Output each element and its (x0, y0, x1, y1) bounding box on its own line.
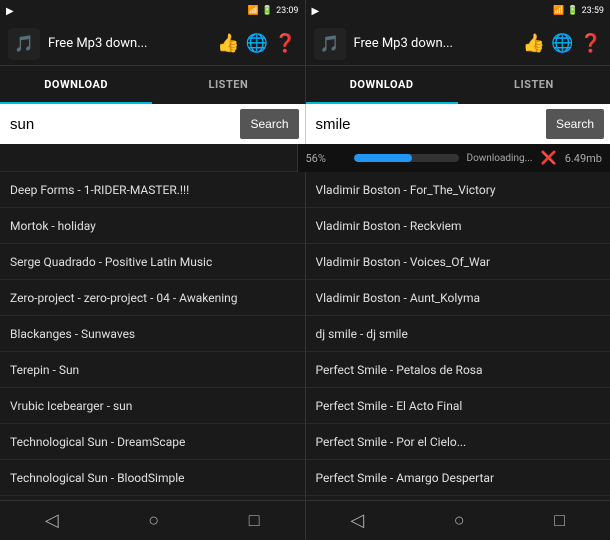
right-song-item-6[interactable]: Perfect Smile - El Acto Final (306, 388, 610, 424)
left-status-bar: ▶ 📶🔋 23:09 (0, 0, 305, 22)
right-song-item-1[interactable]: Vladimir Boston - Reckviem (306, 208, 610, 244)
right-song-item-8[interactable]: Perfect Smile - Amargo Despertar (306, 460, 610, 496)
right-song-title-2: Vladimir Boston - Voices_Of_War (316, 255, 491, 269)
left-song-title-4: Blackanges - Sunwaves (10, 327, 135, 341)
left-tab-listen[interactable]: LISTEN (152, 66, 304, 104)
left-app-header: 🎵 Free Mp3 down... 👍 🌐 ❓ (0, 22, 305, 66)
right-search-input[interactable] (312, 109, 542, 139)
left-thumbs-up-icon[interactable]: 👍 (217, 33, 239, 54)
left-home-button[interactable]: ○ (136, 506, 171, 535)
left-song-item-0[interactable]: Deep Forms - 1-RIDER-MASTER.!!! (0, 172, 305, 208)
right-thumbs-up-icon[interactable]: 👍 (523, 33, 545, 54)
right-song-title-4: dj smile - dj smile (316, 327, 408, 341)
left-app-icon: 🎵 (8, 28, 40, 60)
right-song-title-7: Perfect Smile - Por el Cielo... (316, 435, 467, 449)
left-header-icons: 👍 🌐 ❓ (217, 33, 296, 54)
right-app-title: Free Mp3 down... (354, 36, 515, 51)
right-song-title-1: Vladimir Boston - Reckviem (316, 219, 462, 233)
left-song-title-7: Technological Sun - DreamScape (10, 435, 185, 449)
left-globe-icon[interactable]: 🌐 (246, 33, 268, 54)
left-song-title-6: Vrubic Icebearger - sun (10, 399, 132, 413)
left-status-left-icon: ▶ (6, 6, 14, 17)
download-label: Downloading... (467, 153, 533, 164)
left-song-item-7[interactable]: Technological Sun - DreamScape (0, 424, 305, 460)
left-status-icons: 📶🔋 23:09 (248, 6, 299, 16)
right-search-panel: Search (305, 104, 610, 144)
download-progress-fill (354, 154, 413, 162)
left-song-item-3[interactable]: Zero-project - zero-project - 04 - Awake… (0, 280, 305, 316)
left-recent-button[interactable]: □ (237, 506, 272, 535)
right-download-progress: 56% Downloading... ❌ 6.49mb (297, 144, 610, 172)
right-status-left-icon: ▶ (312, 6, 320, 17)
download-progress-bar (354, 154, 459, 162)
left-back-button[interactable]: ◁ (33, 506, 71, 535)
right-song-item-7[interactable]: Perfect Smile - Por el Cielo... (306, 424, 610, 460)
left-help-icon[interactable]: ❓ (274, 33, 296, 54)
left-song-item-2[interactable]: Serge Quadrado - Positive Latin Music (0, 244, 305, 280)
right-help-icon[interactable]: ❓ (580, 33, 602, 54)
right-search-button[interactable]: Search (546, 109, 604, 139)
right-header-icons: 👍 🌐 ❓ (523, 33, 602, 54)
right-song-title-5: Perfect Smile - Petalos de Rosa (316, 363, 483, 377)
left-song-item-1[interactable]: Mortok - holiday (0, 208, 305, 244)
right-app-icon: 🎵 (314, 28, 346, 60)
left-song-title-0: Deep Forms - 1-RIDER-MASTER.!!! (10, 183, 189, 197)
left-song-item-4[interactable]: Blackanges - Sunwaves (0, 316, 305, 352)
right-song-title-0: Vladimir Boston - For_The_Victory (316, 183, 496, 197)
right-song-item-4[interactable]: dj smile - dj smile (306, 316, 610, 352)
right-recent-button[interactable]: □ (542, 506, 577, 535)
left-song-title-2: Serge Quadrado - Positive Latin Music (10, 255, 212, 269)
right-status-bar: ▶ 📶🔋 23:59 (305, 0, 610, 22)
left-tab-download[interactable]: DOWNLOAD (0, 66, 152, 104)
right-song-item-0[interactable]: Vladimir Boston - For_The_Victory (306, 172, 610, 208)
left-empty-progress (0, 144, 297, 172)
left-song-list: Deep Forms - 1-RIDER-MASTER.!!! Mortok - … (0, 172, 305, 500)
left-song-title-8: Technological Sun - BloodSimple (10, 471, 185, 485)
left-app-title: Free Mp3 down... (48, 36, 209, 51)
left-song-item-5[interactable]: Terepin - Sun (0, 352, 305, 388)
left-song-title-3: Zero-project - zero-project - 04 - Awake… (10, 291, 238, 305)
download-percent: 56% (306, 152, 346, 165)
left-search-button[interactable]: Search (240, 109, 298, 139)
right-song-title-6: Perfect Smile - El Acto Final (316, 399, 463, 413)
file-size: 6.49mb (565, 152, 602, 165)
right-tabs: DOWNLOAD LISTEN (305, 66, 610, 104)
left-search-panel: Search (0, 104, 305, 144)
right-globe-icon[interactable]: 🌐 (551, 33, 573, 54)
left-song-item-8[interactable]: Technological Sun - BloodSimple (0, 460, 305, 496)
left-status-time: 23:09 (276, 6, 298, 16)
right-status-time: 23:59 (582, 6, 604, 16)
right-nav-bar: ◁ ○ □ (305, 500, 610, 540)
right-song-item-5[interactable]: Perfect Smile - Petalos de Rosa (306, 352, 610, 388)
right-home-button[interactable]: ○ (442, 506, 477, 535)
right-song-list: Vladimir Boston - For_The_Victory Vladimi… (305, 172, 610, 500)
left-nav-bar: ◁ ○ □ (0, 500, 305, 540)
right-song-item-3[interactable]: Vladimir Boston - Aunt_Kolyma (306, 280, 610, 316)
left-search-input[interactable] (6, 109, 236, 139)
right-song-title-3: Vladimir Boston - Aunt_Kolyma (316, 291, 481, 305)
right-song-title-8: Perfect Smile - Amargo Despertar (316, 471, 495, 485)
left-song-title-5: Terepin - Sun (10, 363, 79, 377)
left-tabs: DOWNLOAD LISTEN (0, 66, 305, 104)
right-app-header: 🎵 Free Mp3 down... 👍 🌐 ❓ (305, 22, 610, 66)
right-tab-download[interactable]: DOWNLOAD (306, 66, 458, 104)
right-tab-listen[interactable]: LISTEN (458, 66, 610, 104)
download-cancel-button[interactable]: ❌ (541, 151, 557, 166)
right-song-item-2[interactable]: Vladimir Boston - Voices_Of_War (306, 244, 610, 280)
right-status-icons: 📶🔋 23:59 (553, 6, 604, 16)
right-back-button[interactable]: ◁ (338, 506, 376, 535)
left-song-item-6[interactable]: Vrubic Icebearger - sun (0, 388, 305, 424)
left-song-title-1: Mortok - holiday (10, 219, 96, 233)
